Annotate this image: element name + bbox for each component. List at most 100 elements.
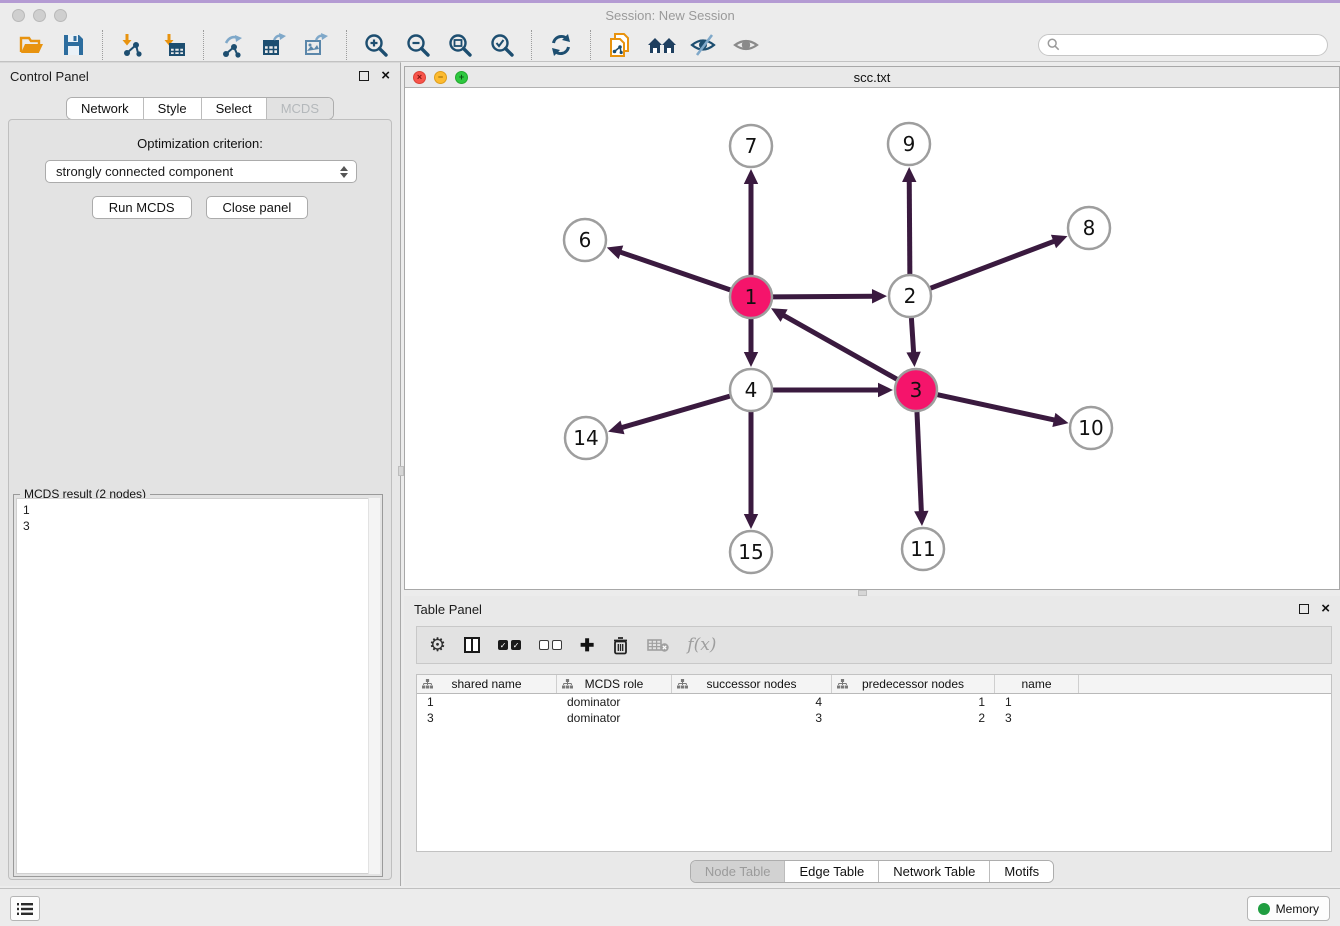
column-header-mcds-role[interactable]: MCDS role — [557, 675, 672, 693]
window-controls[interactable] — [12, 9, 67, 22]
cell-shared-name[interactable]: 3 — [417, 710, 557, 726]
vertical-splitter-grip[interactable] — [398, 466, 404, 476]
cell-successor-nodes[interactable]: 4 — [672, 694, 832, 710]
column-header-successor-nodes[interactable]: successor nodes — [672, 675, 832, 693]
maximize-network-button[interactable]: + — [455, 71, 468, 84]
search-input[interactable] — [1065, 36, 1327, 54]
edge-2-8[interactable] — [931, 241, 1056, 288]
maximize-window-button[interactable] — [54, 9, 67, 22]
table-row-1[interactable]: 1dominator411 — [417, 694, 1331, 710]
open-session-icon[interactable] — [16, 31, 46, 59]
edge-4-14[interactable] — [621, 396, 730, 428]
result-scrollbar[interactable] — [368, 498, 380, 874]
close-panel-button[interactable]: Close panel — [206, 196, 309, 219]
cell-shared-name[interactable]: 1 — [417, 694, 557, 710]
close-window-button[interactable] — [12, 9, 25, 22]
tab-mcds[interactable]: MCDS — [266, 98, 333, 119]
tab-network[interactable]: Network — [67, 98, 143, 119]
edge-1-6[interactable] — [619, 252, 730, 290]
dropdown-stepper-icon — [340, 166, 348, 178]
edge-2-9[interactable] — [909, 180, 910, 274]
clone-network-icon[interactable] — [605, 31, 635, 59]
search-icon — [1047, 38, 1060, 51]
zoom-fit-icon[interactable] — [445, 31, 475, 59]
import-table-icon[interactable] — [159, 31, 189, 59]
create-column-icon[interactable]: ✚ — [580, 637, 594, 654]
select-all-columns-icon[interactable]: ✓✓ — [498, 640, 521, 650]
import-network-icon[interactable] — [117, 31, 147, 59]
edge-arrowhead-2-3 — [906, 352, 920, 367]
cell-mcds-role[interactable]: dominator — [557, 694, 672, 710]
zoom-in-icon[interactable] — [361, 31, 391, 59]
criterion-dropdown[interactable]: strongly connected component — [45, 160, 357, 183]
delete-column-icon[interactable] — [612, 636, 629, 655]
cell-name[interactable]: 1 — [995, 694, 1079, 710]
edge-arrowhead-1-7 — [744, 169, 758, 184]
minimize-window-button[interactable] — [33, 9, 46, 22]
tab-motifs[interactable]: Motifs — [989, 861, 1053, 882]
cell-name[interactable]: 3 — [995, 710, 1079, 726]
edge-arrowhead-2-9 — [902, 167, 916, 182]
export-network-icon[interactable] — [218, 31, 248, 59]
zoom-out-icon[interactable] — [403, 31, 433, 59]
toolbar-search[interactable] — [1038, 34, 1328, 56]
edge-2-3[interactable] — [911, 318, 913, 354]
zoom-selected-icon[interactable] — [487, 31, 517, 59]
deselect-all-columns-icon[interactable] — [539, 640, 562, 650]
float-table-panel-icon[interactable] — [1299, 604, 1309, 614]
network-window-controls[interactable]: × − + — [413, 71, 468, 84]
show-all-icon[interactable] — [731, 31, 761, 59]
graph-node-label-4: 4 — [745, 378, 758, 402]
graph-node-label-15: 15 — [738, 540, 763, 564]
delete-table-icon — [647, 638, 669, 653]
refresh-icon[interactable] — [546, 31, 576, 59]
mcds-panel: Optimization criterion: strongly connect… — [8, 119, 392, 880]
column-header-name[interactable]: name — [995, 675, 1079, 693]
table-settings-icon[interactable]: ⚙ — [429, 636, 446, 655]
network-window-titlebar[interactable]: × − + scc.txt — [405, 67, 1339, 88]
save-session-icon[interactable] — [58, 31, 88, 59]
tab-network-table[interactable]: Network Table — [878, 861, 989, 882]
cell-predecessor-nodes[interactable]: 2 — [832, 710, 995, 726]
cell-predecessor-nodes[interactable]: 1 — [832, 694, 995, 710]
first-neighbors-icon[interactable] — [647, 31, 677, 59]
tab-edge-table[interactable]: Edge Table — [784, 861, 878, 882]
close-table-panel-icon[interactable]: × — [1321, 604, 1330, 614]
edge-3-1[interactable] — [782, 315, 896, 380]
node-table[interactable]: shared nameMCDS rolesuccessor nodesprede… — [416, 674, 1332, 852]
tab-style[interactable]: Style — [143, 98, 201, 119]
graph-node-label-1: 1 — [745, 285, 758, 309]
column-header-shared-name[interactable]: shared name — [417, 675, 557, 693]
memory-button[interactable]: Memory — [1247, 896, 1330, 921]
export-image-icon[interactable] — [302, 31, 332, 59]
tab-select[interactable]: Select — [201, 98, 266, 119]
edge-3-10[interactable] — [937, 395, 1055, 421]
optimization-criterion-label: Optimization criterion: — [9, 136, 391, 151]
graph-node-label-3: 3 — [910, 378, 923, 402]
graph-node-label-7: 7 — [745, 134, 758, 158]
export-table-icon[interactable] — [260, 31, 290, 59]
cell-successor-nodes[interactable]: 3 — [672, 710, 832, 726]
edge-3-11[interactable] — [917, 412, 921, 513]
tab-node-table[interactable]: Node Table — [691, 861, 785, 882]
network-canvas[interactable]: 7968124314101511 — [405, 88, 1339, 589]
table-panel-tabs: Node TableEdge TableNetwork TableMotifs — [690, 860, 1054, 883]
cell-mcds-role[interactable]: dominator — [557, 710, 672, 726]
hide-selected-icon[interactable] — [689, 31, 719, 59]
close-panel-icon[interactable]: × — [381, 71, 390, 81]
edge-1-2[interactable] — [773, 296, 874, 297]
mcds-result-group: MCDS result (2 nodes) 1 3 — [13, 494, 383, 877]
mcds-result-list[interactable]: 1 3 — [16, 498, 380, 874]
minimize-network-button[interactable]: − — [434, 71, 447, 84]
function-builder-icon: f(x) — [687, 635, 716, 655]
close-network-button[interactable]: × — [413, 71, 426, 84]
network-graph[interactable]: 7968124314101511 — [405, 88, 1339, 589]
graph-node-label-9: 9 — [903, 132, 916, 156]
column-header-predecessor-nodes[interactable]: predecessor nodes — [832, 675, 995, 693]
show-columns-icon[interactable] — [464, 637, 480, 653]
float-panel-icon[interactable] — [359, 71, 369, 81]
table-row-2[interactable]: 3dominator323 — [417, 710, 1331, 726]
edge-arrowhead-1-2 — [872, 289, 887, 303]
task-history-button[interactable] — [10, 896, 40, 921]
run-mcds-button[interactable]: Run MCDS — [92, 196, 192, 219]
